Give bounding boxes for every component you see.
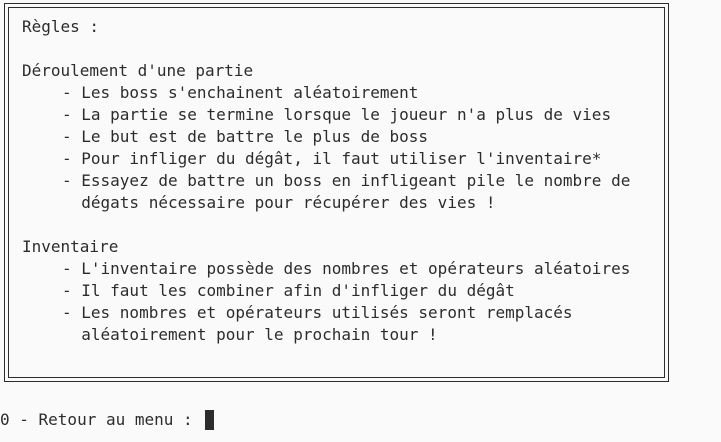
bullet-dash: - xyxy=(62,127,82,146)
menu-prompt[interactable]: 0 - Retour au menu : xyxy=(0,409,215,431)
list-item: - Le but est de battre le plus de boss xyxy=(22,126,664,148)
list-item-text: Il faut les combiner afin d'infliger du … xyxy=(81,281,515,300)
list-item: - L'inventaire possède des nombres et op… xyxy=(22,258,664,280)
bullet-dash: - xyxy=(62,105,82,124)
list-item-text: Pour infliger du dégât, il faut utiliser… xyxy=(81,149,602,168)
list-item: - Les nombres et opérateurs utilisés ser… xyxy=(22,302,664,346)
list-item: - Les boss s'enchainent aléatoirement xyxy=(22,82,664,104)
list-item-text: La partie se termine lorsque le joueur n… xyxy=(81,105,612,124)
rules-title: Règles : xyxy=(22,17,100,36)
rules-panel-inner: Règles : Déroulement d'une partie - Les … xyxy=(8,7,665,378)
list-item-text: L'inventaire possède des nombres et opér… xyxy=(81,259,631,278)
bullet-dash: - xyxy=(62,303,82,322)
list-item-text: Essayez de battre un boss en infligeant … xyxy=(81,171,631,212)
list-item-text: Le but est de battre le plus de boss xyxy=(81,127,429,146)
bullet-dash: - xyxy=(62,281,82,300)
section-heading-inventory: Inventaire xyxy=(22,237,119,256)
list-item: - La partie se termine lorsque le joueur… xyxy=(22,104,664,126)
text-cursor[interactable] xyxy=(205,410,215,430)
rules-panel: Règles : Déroulement d'une partie - Les … xyxy=(4,3,669,382)
section-heading-game-flow: Déroulement d'une partie xyxy=(22,61,254,80)
prompt-label: 0 - Retour au menu : xyxy=(0,410,203,429)
list-item: - Pour infliger du dégât, il faut utilis… xyxy=(22,148,664,170)
list-item-text: Les boss s'enchainent aléatoirement xyxy=(81,83,419,102)
bullet-dash: - xyxy=(62,149,82,168)
list-item: - Il faut les combiner afin d'infliger d… xyxy=(22,280,664,302)
list-item: - Essayez de battre un boss en infligean… xyxy=(22,170,664,214)
bullet-dash: - xyxy=(62,171,82,190)
bullet-dash: - xyxy=(62,259,82,278)
list-item-text: Les nombres et opérateurs utilisés seron… xyxy=(81,303,573,344)
bullet-dash: - xyxy=(62,83,82,102)
